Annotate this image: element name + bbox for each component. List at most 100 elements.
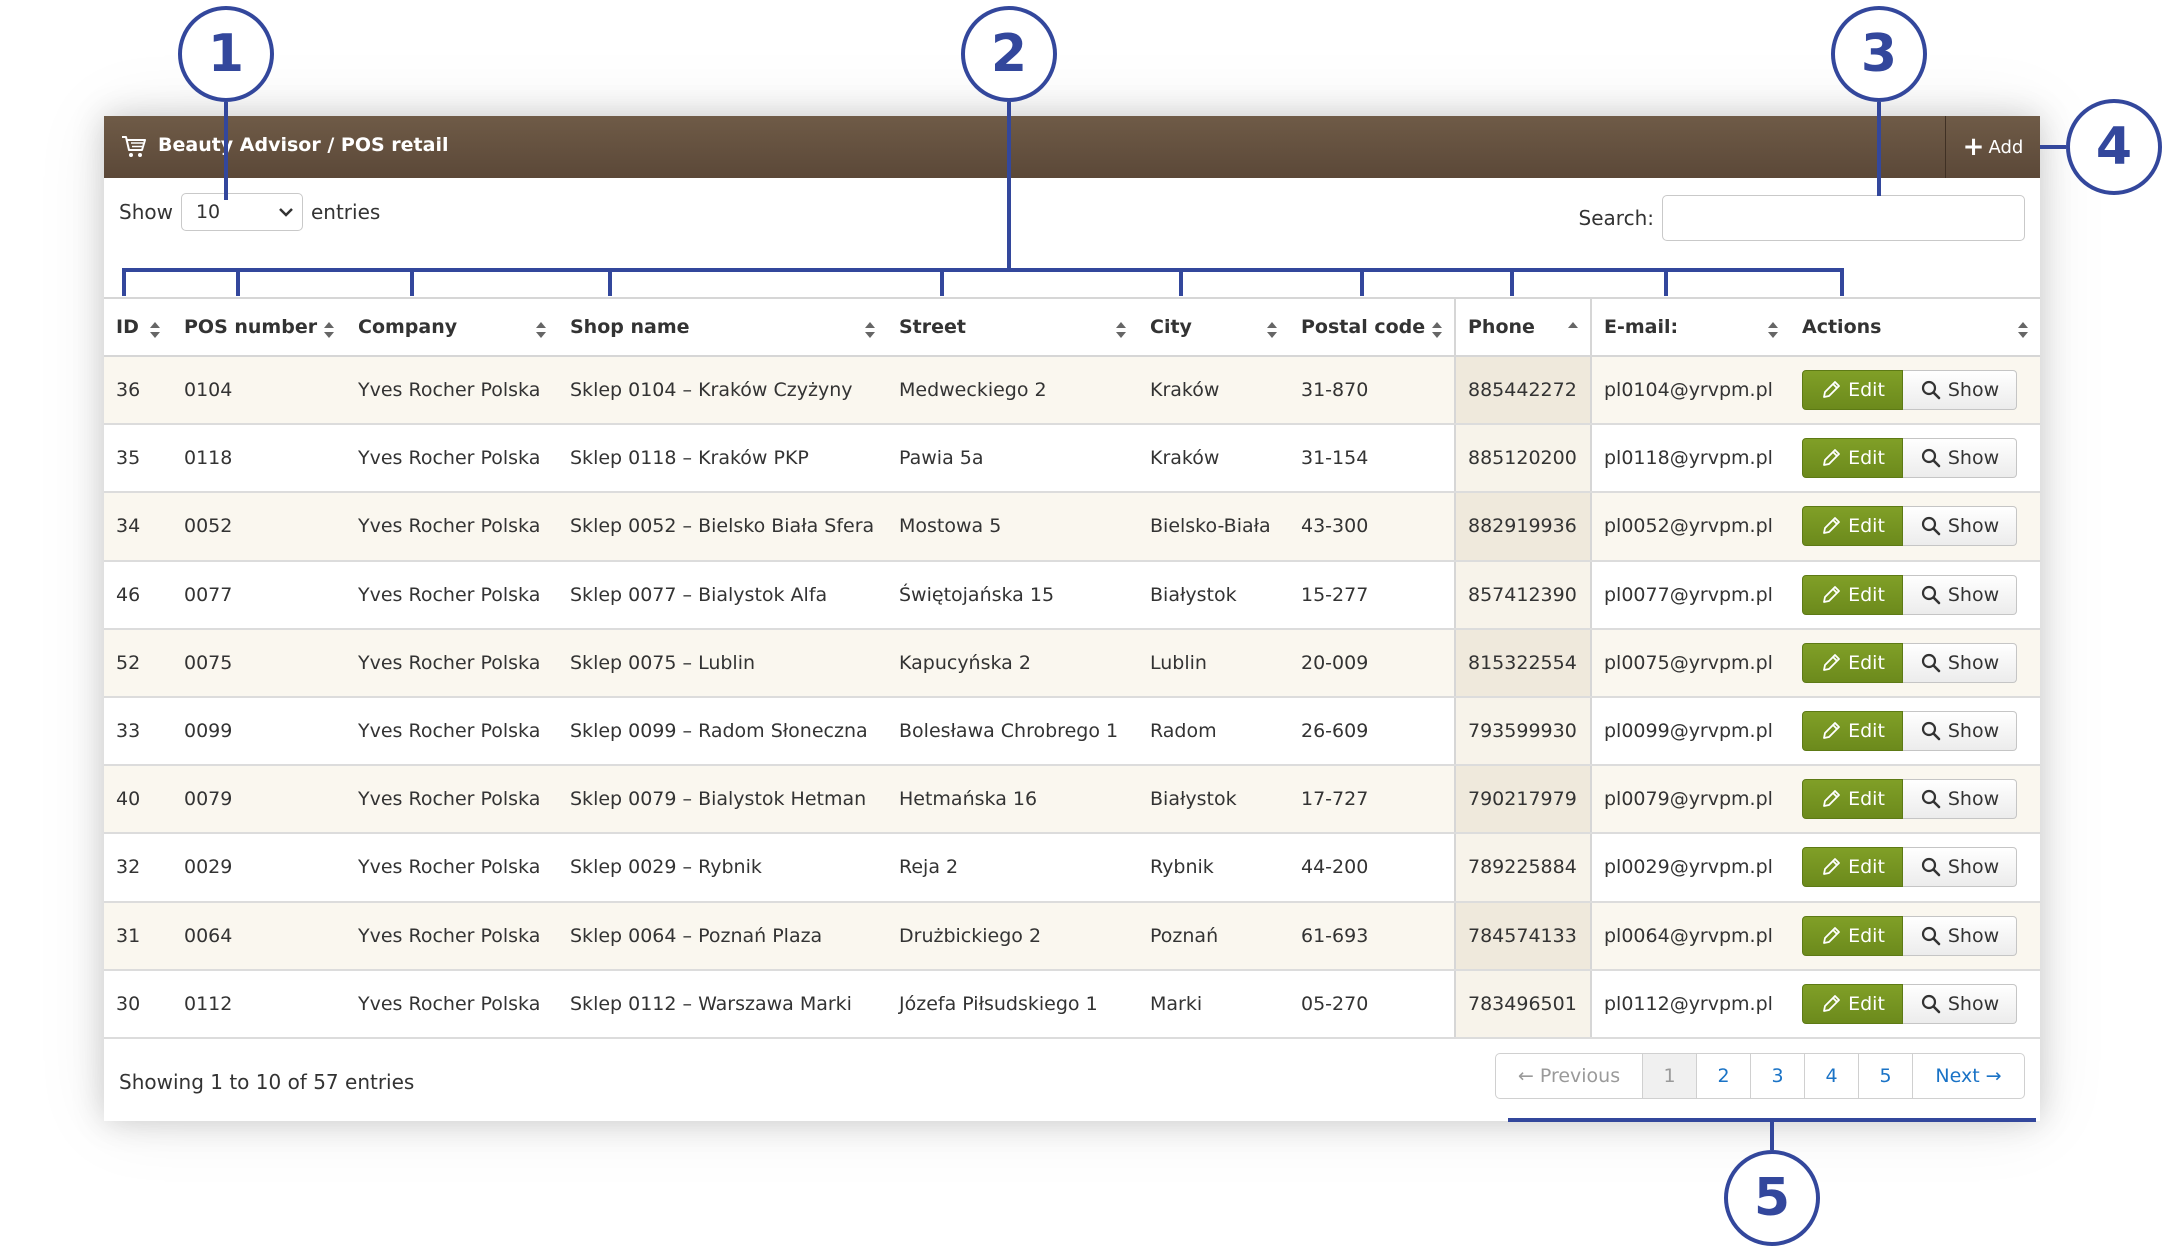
edit-button[interactable]: Edit — [1802, 506, 1903, 547]
callout-badge-5: 5 — [1724, 1150, 1820, 1246]
cell-shop: Sklep 0052 – Bielsko Biała Sfera — [558, 492, 887, 562]
edit-button[interactable]: Edit — [1802, 983, 1903, 1024]
magnifier-icon — [1921, 653, 1941, 673]
cell-shop: Sklep 0112 – Warszawa Marki — [558, 969, 887, 1039]
cell-street: Drużbickiego 2 — [887, 901, 1138, 971]
pos-table: ID POS number Company Shop name Street City Po… — [104, 297, 2040, 1039]
header-label: Company — [358, 316, 458, 338]
edit-label: Edit — [1848, 515, 1885, 538]
cell-street: Reja 2 — [887, 833, 1138, 903]
magnifier-icon — [1921, 858, 1941, 877]
show-button[interactable]: Show — [1903, 983, 2017, 1024]
header-postal-code[interactable]: Postal code — [1289, 297, 1455, 357]
chevron-down-icon — [279, 208, 293, 217]
cell-shop: Sklep 0077 – Bialystok Alfa — [558, 560, 887, 630]
previous-page-button[interactable]: ← Previous — [1496, 1054, 1642, 1098]
page-1-button[interactable]: 1 — [1642, 1054, 1696, 1098]
sort-icon — [865, 322, 875, 338]
header-phone[interactable]: Phone — [1454, 297, 1592, 357]
header-id[interactable]: ID — [104, 297, 172, 357]
show-button[interactable]: Show — [1903, 574, 2017, 615]
header-street[interactable]: Street — [887, 297, 1138, 357]
header-shop-name[interactable]: Shop name — [558, 297, 887, 357]
cell-actions: Edit Show — [1790, 560, 2040, 630]
magnifier-icon — [1921, 721, 1941, 741]
header-label: POS number — [184, 316, 318, 338]
cell-shop: Sklep 0079 – Bialystok Hetman — [558, 765, 887, 835]
header-label: Postal code — [1301, 316, 1426, 338]
page-5-button[interactable]: 5 — [1858, 1054, 1912, 1098]
search-label: Search: — [1578, 206, 1654, 230]
header-email[interactable]: E-mail: — [1591, 297, 1790, 357]
cell-id: 52 — [104, 628, 172, 698]
cell-actions: Edit Show — [1790, 765, 2040, 835]
show-button[interactable]: Show — [1903, 711, 2017, 752]
cell-phone: 789225884 — [1454, 833, 1592, 903]
cell-email: pl0099@yrvpm.pl — [1591, 696, 1790, 767]
cell-actions: Edit Show — [1790, 901, 2040, 971]
show-label: Show — [1947, 515, 2000, 538]
edit-label: Edit — [1848, 992, 1885, 1015]
show-button[interactable]: Show — [1903, 915, 2017, 956]
show-button[interactable]: Show — [1903, 438, 2017, 479]
magnifier-icon — [1921, 585, 1941, 604]
sort-icon — [536, 322, 546, 338]
edit-button[interactable]: Edit — [1802, 915, 1903, 956]
pencil-icon — [1823, 790, 1840, 808]
page-length-select[interactable]: 10 — [180, 193, 303, 231]
sort-icon — [2018, 322, 2028, 338]
cell-email: pl0104@yrvpm.pl — [1591, 356, 1790, 426]
show-label: Show — [1947, 856, 2000, 879]
action-buttons: Edit Show — [1802, 711, 2028, 752]
page-4-button[interactable]: 4 — [1804, 1054, 1858, 1098]
show-button[interactable]: Show — [1903, 779, 2017, 820]
edit-button[interactable]: Edit — [1802, 847, 1903, 888]
table-header-row: ID POS number Company Shop name Street City Po… — [104, 297, 2040, 357]
length-suffix: entries — [310, 200, 381, 224]
cell-phone: 815322554 — [1454, 628, 1592, 698]
cell-postal: 15-277 — [1289, 560, 1455, 630]
show-button[interactable]: Show — [1903, 370, 2017, 411]
cell-street: Bolesława Chrobrego 1 — [887, 696, 1138, 767]
magnifier-icon — [1921, 449, 1941, 468]
cell-street: Mostowa 5 — [887, 492, 1138, 562]
edit-button[interactable]: Edit — [1802, 642, 1903, 683]
edit-button[interactable]: Edit — [1802, 779, 1903, 820]
header-company[interactable]: Company — [346, 297, 558, 357]
header-city[interactable]: City — [1138, 297, 1289, 357]
search-input[interactable] — [1662, 195, 2025, 241]
next-page-button[interactable]: Next → — [1912, 1054, 2024, 1098]
cell-id: 35 — [104, 424, 172, 494]
cell-email: pl0064@yrvpm.pl — [1591, 901, 1790, 971]
sort-icon — [1768, 322, 1778, 338]
length-prefix: Show — [119, 200, 173, 224]
show-label: Show — [1947, 583, 2000, 606]
sort-icon — [1432, 322, 1442, 338]
header-pos-number[interactable]: POS number — [172, 297, 346, 357]
show-button[interactable]: Show — [1903, 847, 2017, 888]
page-3-button[interactable]: 3 — [1750, 1054, 1804, 1098]
cell-phone: 793599930 — [1454, 696, 1592, 767]
add-button[interactable]: + Add — [1945, 116, 2040, 178]
edit-button[interactable]: Edit — [1802, 370, 1903, 411]
show-button[interactable]: Show — [1903, 506, 2017, 547]
cell-id: 33 — [104, 696, 172, 767]
page-2-button[interactable]: 2 — [1696, 1054, 1750, 1098]
cell-company: Yves Rocher Polska — [346, 833, 558, 903]
header-actions[interactable]: Actions — [1790, 297, 2040, 357]
pagination: ← Previous 1 2 3 4 5 Next → — [1495, 1053, 2025, 1099]
cell-shop: Sklep 0064 – Poznań Plaza — [558, 901, 887, 971]
show-label: Show — [1947, 379, 2000, 402]
edit-button[interactable]: Edit — [1802, 574, 1903, 615]
cell-pos: 0064 — [172, 901, 346, 971]
cell-phone: 885442272 — [1454, 356, 1592, 426]
cell-email: pl0029@yrvpm.pl — [1591, 833, 1790, 903]
edit-button[interactable]: Edit — [1802, 438, 1903, 479]
table-row: 33 0099 Yves Rocher Polska Sklep 0099 – Rad… — [104, 696, 2040, 767]
header-label: Shop name — [570, 316, 690, 338]
edit-button[interactable]: Edit — [1802, 711, 1903, 752]
cell-postal: 31-154 — [1289, 424, 1455, 494]
magnifier-icon — [1921, 926, 1941, 945]
show-button[interactable]: Show — [1903, 642, 2017, 683]
cell-pos: 0077 — [172, 560, 346, 630]
